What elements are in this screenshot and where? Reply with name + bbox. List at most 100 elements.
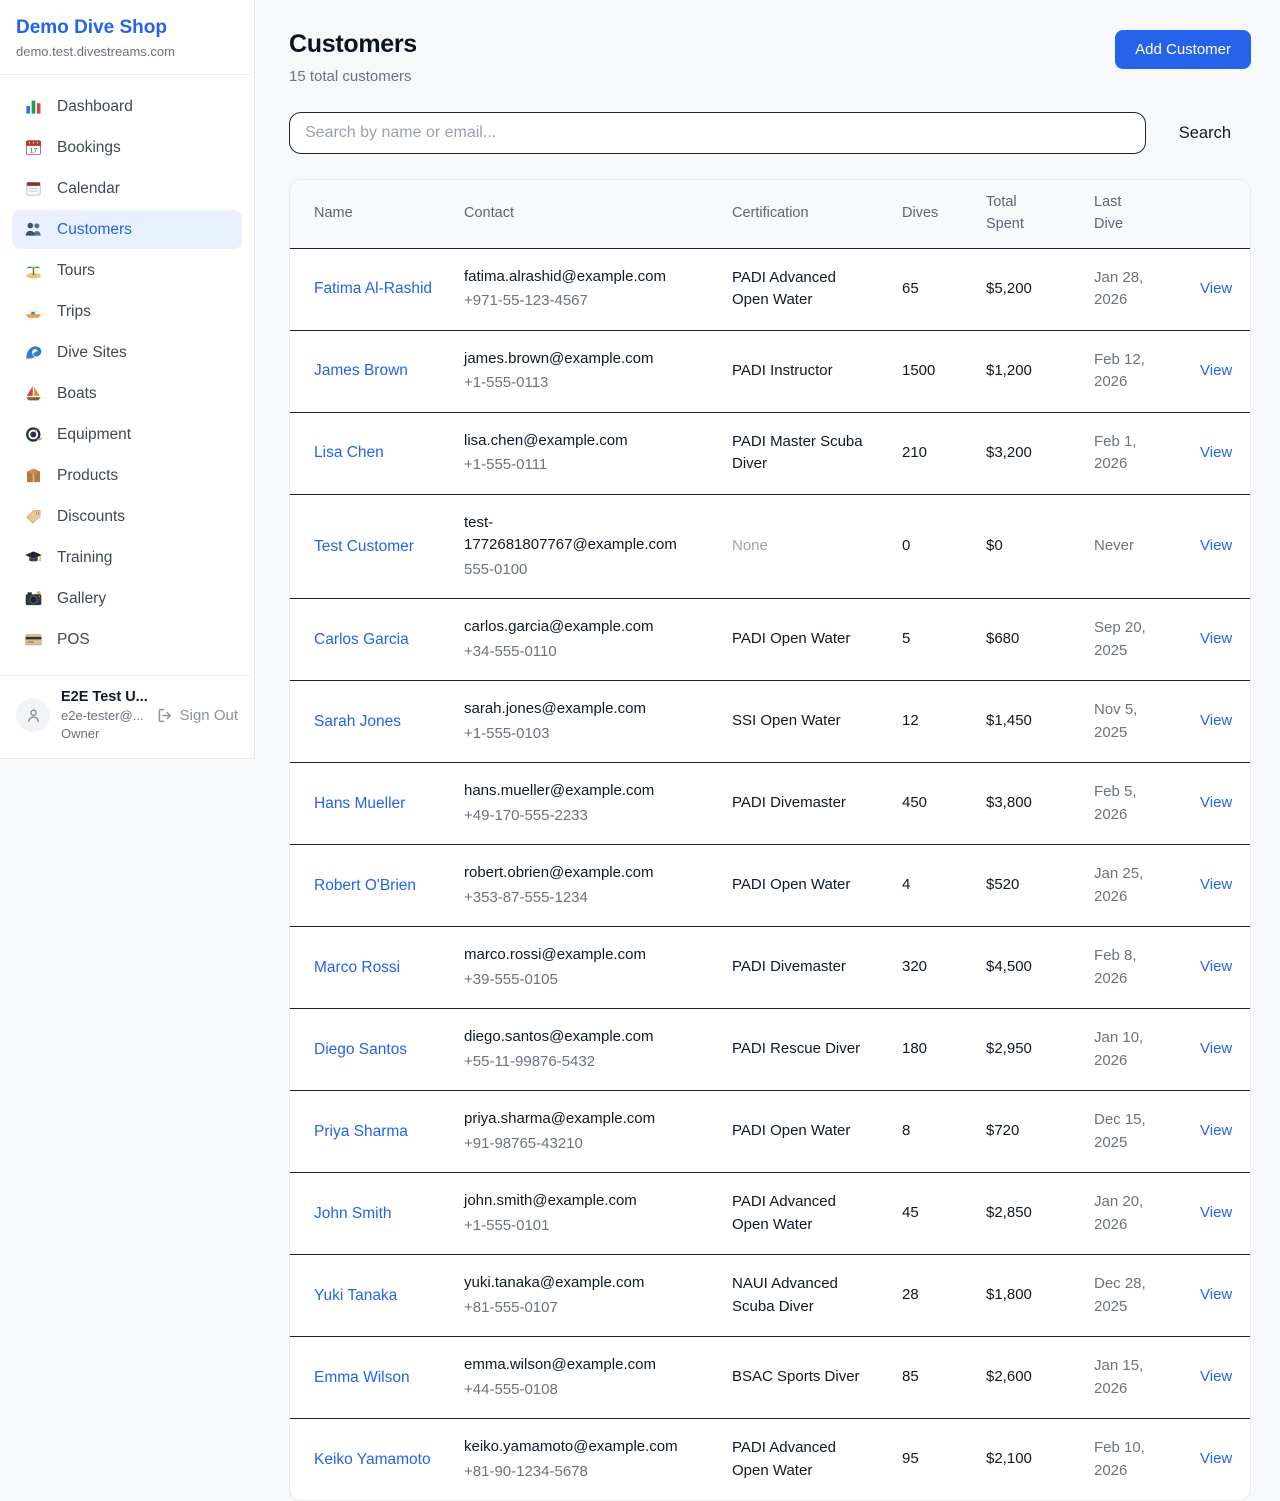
customer-dives-cell: 45 (878, 1173, 962, 1255)
table-row: Yuki Tanakayuki.tanaka@example.com+81-55… (290, 1255, 1251, 1337)
customer-phone: +1-555-0111 (464, 454, 700, 477)
customer-phone: +1-555-0101 (464, 1215, 700, 1238)
customer-name-link[interactable]: John Smith (314, 1202, 392, 1225)
view-link[interactable]: View (1200, 1122, 1232, 1139)
discounts-icon (24, 507, 43, 526)
customer-email: james.brown@example.com (464, 348, 700, 371)
customer-certification-cell: PADI Open Water (708, 845, 878, 927)
customer-last-dive-cell: Feb 5, 2026 (1070, 763, 1176, 845)
view-link[interactable]: View (1200, 630, 1232, 647)
sign-out-button[interactable]: Sign Out (156, 707, 238, 724)
view-link[interactable]: View (1200, 1286, 1232, 1303)
customer-name-link[interactable]: Hans Mueller (314, 792, 405, 815)
view-link[interactable]: View (1200, 1450, 1232, 1467)
customer-phone: +353-87-555-1234 (464, 887, 700, 910)
sidebar-item-customers[interactable]: Customers (12, 210, 242, 249)
customer-name-link[interactable]: James Brown (314, 359, 408, 382)
customer-name-link[interactable]: Keiko Yamamoto (314, 1448, 431, 1471)
search-input[interactable] (289, 112, 1146, 154)
table-row: Keiko Yamamoto keiko.yamamoto@example.com… (290, 1419, 1251, 1501)
customer-name-link[interactable]: Yuki Tanaka (314, 1284, 397, 1307)
view-link[interactable]: View (1200, 362, 1232, 379)
view-link[interactable]: View (1200, 958, 1232, 975)
customer-contact-cell: sarah.jones@example.com+1-555-0103 (440, 681, 708, 763)
logout-icon (156, 707, 173, 724)
customer-name-link[interactable]: Fatima Al-Rashid (314, 277, 432, 300)
customer-name-cell: James Brown (290, 330, 440, 412)
view-link[interactable]: View (1200, 712, 1232, 729)
customer-dives-cell: 0 (878, 494, 962, 599)
sidebar-item-label: Boats (57, 385, 97, 403)
customer-name-link[interactable]: Robert O'Brien (314, 874, 416, 897)
customer-dives-cell: 85 (878, 1337, 962, 1419)
customer-name-link[interactable]: Carlos Garcia (314, 628, 409, 651)
sidebar-item-dive-sites[interactable]: Dive Sites (12, 333, 242, 372)
customer-name-link[interactable]: Test Customer (314, 535, 414, 558)
bookings-icon: 17 (24, 138, 43, 157)
customer-dives-cell: 320 (878, 927, 962, 1009)
customer-name-link[interactable]: Emma Wilson (314, 1366, 410, 1389)
customer-dives-cell: 65 (878, 248, 962, 330)
customer-dives-cell: 5 (878, 599, 962, 681)
sidebar-item-trips[interactable]: Trips (12, 292, 242, 331)
sidebar-item-bookings[interactable]: 17Bookings (12, 128, 242, 167)
customer-name-cell: Hans Mueller (290, 763, 440, 845)
view-link[interactable]: View (1200, 876, 1232, 893)
sidebar-item-label: Dashboard (57, 98, 133, 116)
customer-name-link[interactable]: Lisa Chen (314, 441, 384, 464)
sidebar-item-label: Equipment (57, 426, 131, 444)
customer-name-link[interactable]: Sarah Jones (314, 710, 401, 733)
customer-actions-cell: View (1176, 763, 1251, 845)
view-link[interactable]: View (1200, 1204, 1232, 1221)
column-header-actions (1176, 180, 1251, 248)
view-link[interactable]: View (1200, 1368, 1232, 1385)
customer-total-spent-cell: $520 (962, 845, 1070, 927)
main-content: Customers 15 total customers Add Custome… (255, 0, 1280, 1501)
customer-phone: +44-555-0108 (464, 1379, 700, 1402)
sidebar-item-boats[interactable]: Boats (12, 374, 242, 413)
customer-email: priya.sharma@example.com (464, 1108, 700, 1131)
view-link[interactable]: View (1200, 280, 1232, 297)
customer-email: emma.wilson@example.com (464, 1354, 700, 1377)
customer-total-spent-cell: $5,200 (962, 248, 1070, 330)
customers-table-card: Name Contact Certification Dives Total S… (289, 179, 1251, 1501)
sidebar-item-dashboard[interactable]: Dashboard (12, 87, 242, 126)
customer-email: marco.rossi@example.com (464, 944, 700, 967)
view-link[interactable]: View (1200, 537, 1232, 554)
search-button[interactable]: Search (1173, 123, 1237, 144)
calendar-icon (24, 179, 43, 198)
customer-phone: +55-11-99876-5432 (464, 1051, 700, 1074)
avatar (16, 698, 50, 732)
view-link[interactable]: View (1200, 444, 1232, 461)
sidebar-item-training[interactable]: Training (12, 538, 242, 577)
sidebar-item-tours[interactable]: Tours (12, 251, 242, 290)
customer-email: diego.santos@example.com (464, 1026, 700, 1049)
customer-certification: PADI Advanced Open Water (732, 1193, 836, 1233)
sidebar-item-label: Calendar (57, 180, 120, 198)
customer-certification-cell: PADI Advanced Open Water (708, 248, 878, 330)
view-link[interactable]: View (1200, 1040, 1232, 1057)
table-header-row: Name Contact Certification Dives Total S… (290, 180, 1251, 248)
table-row: Diego Santos diego.santos@example.com+55-… (290, 1009, 1251, 1091)
table-row: John Smithjohn.smith@example.com+1-555-0… (290, 1173, 1251, 1255)
user-name: E2E Test U... (61, 689, 145, 705)
customer-name-link[interactable]: Marco Rossi (314, 956, 400, 979)
customer-actions-cell: View (1176, 1337, 1251, 1419)
sidebar-item-products[interactable]: Products (12, 456, 242, 495)
add-customer-button[interactable]: Add Customer (1115, 30, 1251, 69)
customer-dives-cell: 8 (878, 1091, 962, 1173)
customer-name-link[interactable]: Priya Sharma (314, 1120, 408, 1143)
customers-table: Name Contact Certification Dives Total S… (290, 180, 1251, 1500)
sidebar-item-equipment[interactable]: Equipment (12, 415, 242, 454)
sidebar-item-discounts[interactable]: Discounts (12, 497, 242, 536)
customer-name-link[interactable]: Diego Santos (314, 1038, 407, 1061)
customer-actions-cell: View (1176, 494, 1251, 599)
sidebar-item-calendar[interactable]: Calendar (12, 169, 242, 208)
view-link[interactable]: View (1200, 794, 1232, 811)
customer-certification-cell: PADI Open Water (708, 599, 878, 681)
customer-actions-cell: View (1176, 330, 1251, 412)
customer-total-spent-cell: $2,850 (962, 1173, 1070, 1255)
customer-email: keiko.yamamoto@example.com (464, 1436, 700, 1459)
sidebar-item-pos[interactable]: POS (12, 620, 242, 659)
sidebar-item-gallery[interactable]: Gallery (12, 579, 242, 618)
